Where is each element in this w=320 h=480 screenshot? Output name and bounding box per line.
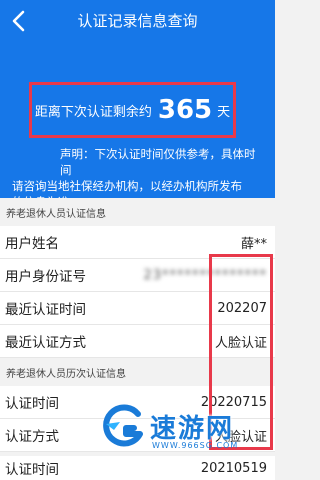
- last-auth-method-value: 人脸认证: [214, 335, 267, 351]
- history-time-value-2: 20210519: [200, 460, 267, 476]
- user-name-value: 薛**: [240, 236, 267, 252]
- header-banner: 认证记录信息查询 距离下次认证剩余约 365 天 声明：下次认证时间仅供参考，具…: [0, 0, 275, 209]
- user-id-row: 用户身份证号 23**************: [0, 259, 275, 292]
- title-bar: 认证记录信息查询: [0, 0, 275, 42]
- history-row-time: 认证时间 20220715: [0, 386, 275, 419]
- last-auth-method-label: 最近认证方式: [5, 335, 86, 351]
- history-time-value: 20220715: [200, 394, 267, 410]
- history-row-time-2: 认证时间 20210519: [0, 456, 275, 480]
- history-section-title: 养老退休人员历次认证信息: [0, 358, 275, 386]
- user-id-label: 用户身份证号: [5, 269, 86, 285]
- user-id-value: 23**************: [143, 268, 267, 283]
- last-auth-time-value: 202207: [217, 300, 267, 316]
- user-name-label: 用户姓名: [5, 236, 59, 252]
- notice-line-1: 声明：下次认证时间仅供参考，具体时间: [60, 147, 256, 177]
- countdown-prefix: 距离下次认证剩余约: [34, 104, 152, 120]
- history-row-method: 认证方式 人脸认证: [0, 419, 275, 452]
- last-auth-method-row: 最近认证方式 人脸认证: [0, 325, 275, 358]
- last-auth-time-label: 最近认证时间: [5, 302, 86, 318]
- history-time-label-2: 认证时间: [5, 462, 59, 478]
- history-method-value: 人脸认证: [214, 429, 267, 445]
- person-section-title: 养老退休人员认证信息: [0, 198, 275, 226]
- user-name-row: 用户姓名 薛**: [0, 226, 275, 259]
- next-auth-countdown: 距离下次认证剩余约 365 天: [29, 82, 236, 138]
- page-title: 认证记录信息查询: [77, 12, 198, 30]
- history-method-label: 认证方式: [5, 429, 59, 445]
- id-blurred: 23**************: [143, 267, 267, 283]
- countdown-days: 365: [157, 95, 213, 125]
- notice-line-2: 请咨询当地社保经办机构，以经办机构所发布: [12, 179, 242, 193]
- countdown-unit: 天: [217, 104, 231, 120]
- last-auth-time-row: 最近认证时间 202207: [0, 292, 275, 325]
- history-time-label: 认证时间: [5, 396, 59, 412]
